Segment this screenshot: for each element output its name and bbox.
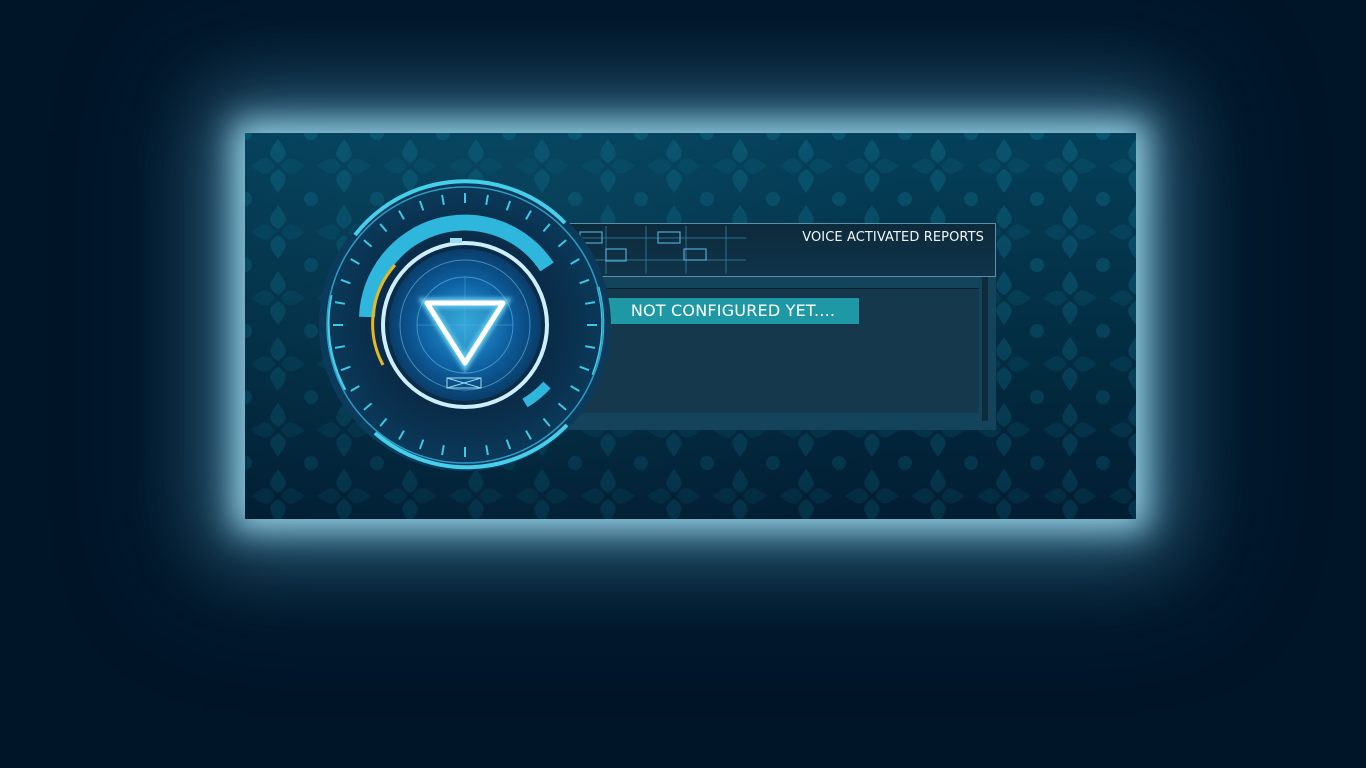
panel-side-stripe — [982, 277, 988, 421]
panel-title: VOICE ACTIVATED REPORTS — [802, 230, 984, 245]
desktop-background: VOICE ACTIVATED REPORTS NOT CONFIGURED Y… — [0, 0, 1366, 768]
arc-reactor-icon[interactable] — [315, 175, 615, 475]
status-message: NOT CONFIGURED YET.... — [607, 298, 859, 324]
